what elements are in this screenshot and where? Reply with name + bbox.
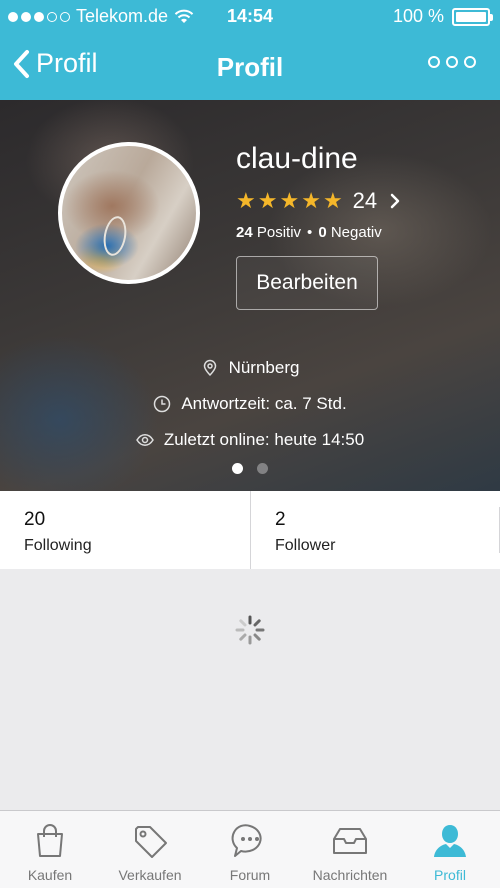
star-icon: ★ <box>279 188 300 213</box>
stats-bar: 20 Following 2 Follower <box>0 491 500 569</box>
feedback-summary: 24 Positiv • 0 Negativ <box>236 224 382 241</box>
positive-count: 24 <box>236 224 253 241</box>
rating-row[interactable]: ★ ★ ★ ★ ★ 24 <box>236 188 401 214</box>
negative-count: 0 <box>318 224 327 241</box>
following-stat[interactable]: 20 Following <box>0 491 250 569</box>
tab-label: Forum <box>229 867 271 883</box>
back-button[interactable]: Profil <box>12 48 98 79</box>
battery-icon <box>452 7 493 26</box>
username: clau-dine <box>236 142 358 175</box>
follower-count: 2 <box>275 509 286 530</box>
star-icon: ★ <box>236 188 256 213</box>
page-dot-active[interactable] <box>232 463 243 474</box>
more-dot-icon <box>446 56 458 68</box>
following-label: Following <box>24 537 92 554</box>
page-indicator[interactable] <box>0 463 500 474</box>
tab-verkaufen[interactable]: Verkaufen <box>100 811 200 888</box>
more-options-button[interactable] <box>428 56 476 68</box>
response-time-row: Antwortzeit: ca. 7 Std. <box>0 394 500 414</box>
last-online-row: Zuletzt online: heute 14:50 <box>0 430 500 450</box>
bag-icon <box>37 824 63 857</box>
separator-dot: • <box>307 224 313 241</box>
chat-icon <box>231 824 262 857</box>
loading-spinner-icon <box>235 615 265 645</box>
navigation-bar: Profil Profil <box>0 34 500 100</box>
tab-bar: Kaufen Verkaufen Forum Nachrichten Profi… <box>0 810 500 888</box>
location-text: Nürnberg <box>228 358 300 377</box>
more-dot-icon <box>464 56 476 68</box>
star-icon: ★ <box>257 188 278 213</box>
person-icon <box>434 825 466 857</box>
tab-nachrichten[interactable]: Nachrichten <box>300 811 400 888</box>
profile-header: clau-dine ★ ★ ★ ★ ★ 24 24 Positiv • 0 Ne… <box>0 100 500 491</box>
last-online-text: Zuletzt online: heute 14:50 <box>163 430 365 449</box>
negative-label: Negativ <box>330 224 382 241</box>
location-row: Nürnberg <box>0 358 500 378</box>
tag-icon <box>135 826 167 858</box>
more-dot-icon <box>428 56 440 68</box>
chevron-right-icon <box>390 193 400 209</box>
tab-profil[interactable]: Profil <box>400 811 500 888</box>
tab-forum[interactable]: Forum <box>200 811 300 888</box>
rating-count: 24 <box>352 188 378 213</box>
edit-profile-button[interactable]: Bearbeiten <box>236 256 378 310</box>
location-pin-icon <box>203 359 216 377</box>
star-icon: ★ <box>322 188 343 213</box>
follower-stat[interactable]: 2 Follower <box>250 491 500 569</box>
eye-icon <box>135 434 154 446</box>
back-label: Profil <box>36 48 98 78</box>
clock-icon <box>154 395 171 413</box>
inbox-icon <box>333 828 367 854</box>
tab-kaufen[interactable]: Kaufen <box>0 811 100 888</box>
following-count: 20 <box>24 509 46 530</box>
tab-label: Verkaufen <box>118 867 182 883</box>
battery-info: 100 % <box>392 6 493 27</box>
chevron-left-icon <box>14 49 29 78</box>
status-bar: Telekom.de 14:54 100 % <box>0 0 500 34</box>
star-icon: ★ <box>301 188 321 213</box>
follower-label: Follower <box>275 537 336 554</box>
response-time-text: Antwortzeit: ca. 7 Std. <box>181 394 347 413</box>
tab-label: Profil <box>434 867 466 883</box>
tab-label: Nachrichten <box>312 867 388 883</box>
tab-label: Kaufen <box>27 867 73 883</box>
avatar[interactable] <box>58 142 200 284</box>
positive-label: Positiv <box>256 224 302 241</box>
battery-percent: 100 % <box>392 6 444 26</box>
page-dot[interactable] <box>257 463 268 474</box>
